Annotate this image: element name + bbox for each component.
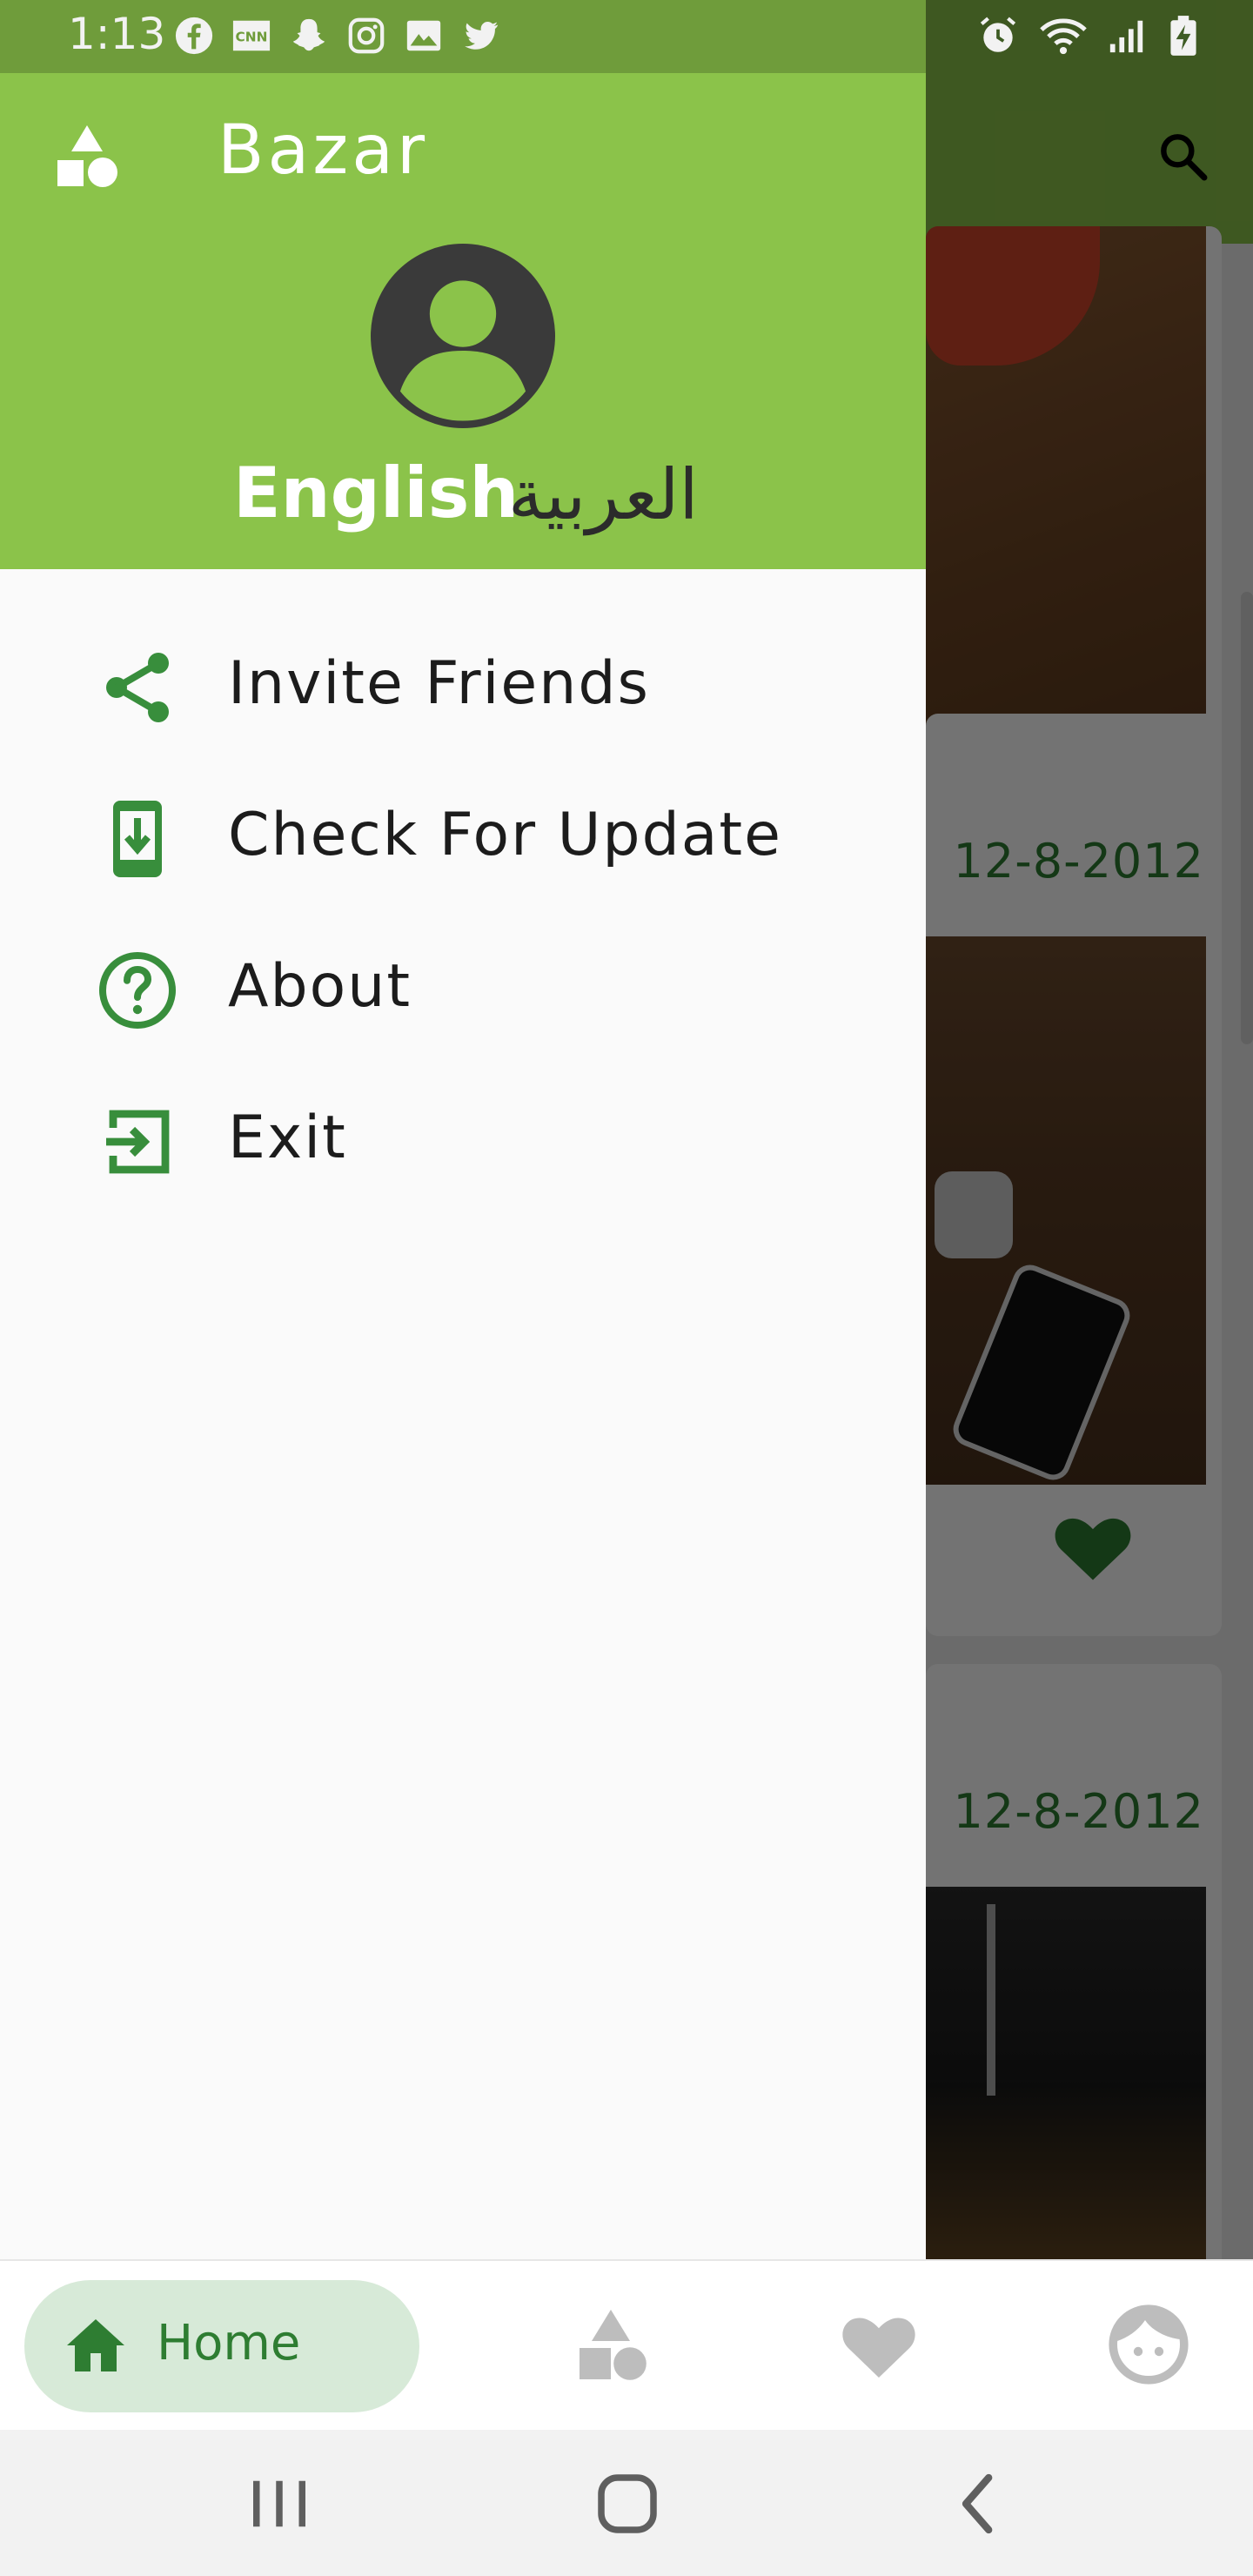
back-icon[interactable] [940,2465,1018,2543]
home-icon [67,2319,124,2371]
account-circle-icon[interactable] [371,244,555,428]
nav-home-label: Home [157,2315,301,2371]
system-navigation-bar [0,2430,1253,2576]
download-update-icon [113,801,162,877]
exit-icon [106,1110,170,1174]
cnn-icon: CNN [232,20,271,51]
battery-charging-icon [1170,16,1196,56]
facebook-icon [175,17,213,55]
system-status-icons [976,14,1201,57]
help-circle-icon [99,952,176,1029]
notification-icons: CNN [174,16,501,56]
app-title: Bazar [218,111,429,190]
shapes-icon [57,125,117,187]
menu-item-invite-friends[interactable]: Invite Friends [0,627,926,740]
home-circle-icon[interactable] [588,2465,667,2543]
menu-item-exit[interactable]: Exit [0,1081,926,1194]
menu-item-label: About [228,952,412,1021]
status-bar: 1:13 CNN [0,0,1253,73]
svg-text:CNN: CNN [236,30,268,45]
wifi-icon [1040,18,1087,55]
menu-item-about[interactable]: About [0,929,926,1043]
menu-item-check-for-update[interactable]: Check For Update [0,778,926,891]
gallery-icon [406,20,441,51]
instagram-icon [348,17,385,54]
drawer-header: Bazar English العربية [0,0,926,569]
language-english[interactable]: English [233,453,519,533]
menu-item-label: Invite Friends [228,649,650,718]
twitter-icon [465,21,499,50]
bottom-navigation: Home [0,2259,1253,2432]
menu-item-label: Check For Update [228,801,782,869]
language-arabic[interactable]: العربية [508,454,699,535]
menu-item-label: Exit [228,1104,347,1172]
signal-icon [1109,20,1143,53]
heart-icon[interactable] [837,2303,921,2386]
profile-face-icon[interactable] [1107,2303,1190,2386]
language-switcher: English العربية [0,453,926,540]
share-icon [106,653,169,722]
recents-icon[interactable] [240,2465,318,2543]
nav-home-button[interactable]: Home [24,2280,419,2412]
categories-icon[interactable] [569,2303,653,2386]
snapchat-icon [292,18,325,51]
status-time: 1:13 [68,9,166,59]
alarm-icon [980,17,1016,52]
navigation-drawer: Bazar English العربية Invite Friends Che… [0,0,926,2259]
